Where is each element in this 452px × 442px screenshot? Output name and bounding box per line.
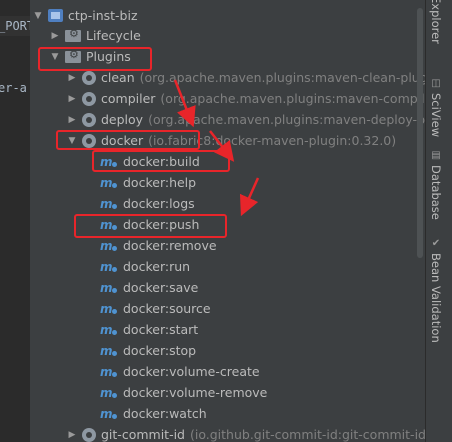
maven-goal-icon: m (100, 302, 118, 316)
tree-node-label: Plugins (86, 49, 131, 64)
goal-label: docker:logs (123, 196, 195, 211)
maven-goal-icon: m (100, 365, 118, 379)
maven-goal-icon: m (100, 281, 118, 295)
plugin-icon (82, 133, 96, 148)
tree-node-label: compiler (101, 91, 156, 106)
plugin-icon (82, 112, 96, 127)
tree-node-lifecycle[interactable]: ▶ Lifecycle (49, 25, 141, 46)
tab-bean-validation[interactable]: ✔ Bean Validation (429, 238, 443, 343)
plugin-coordinates: (org.apache.maven.plugins:maven-clean-pl… (139, 70, 425, 85)
tree-node-plugin-compiler[interactable]: ▶ compiler (org.apache.maven.plugins:mav… (66, 88, 425, 109)
tree-node-goal[interactable]: m docker:run (100, 256, 190, 277)
tree-node-label: Lifecycle (86, 28, 141, 43)
collapsed-arrow-icon[interactable]: ▶ (66, 73, 78, 83)
tree-scrollbar[interactable] (416, 0, 424, 442)
goal-label: docker:run (123, 259, 191, 274)
plugins-folder-icon (65, 48, 81, 63)
tree-node-goal[interactable]: m docker:save (100, 277, 198, 298)
tree-node-goal[interactable]: m docker:source (100, 298, 211, 319)
collapsed-arrow-icon[interactable]: ▶ (66, 94, 78, 104)
maven-tree-panel: ▼ ctp-inst-biz ▶ Lifecycle ▼ Plugins ▶ c… (30, 0, 425, 442)
tree-node-goal[interactable]: m docker:volume-create (100, 361, 260, 382)
red-arrow-3 (239, 177, 260, 217)
expanded-arrow-icon[interactable]: ▼ (66, 136, 78, 146)
goal-label: docker:volume-create (123, 364, 260, 379)
maven-goal-icon: m (100, 407, 118, 421)
plugin-coordinates: (org.apache.maven.plugins:maven-deploy-p… (148, 112, 425, 127)
goal-label: docker:start (123, 322, 199, 337)
plugin-coordinates: (io.github.git-commit-id:git-commit-id-m… (189, 427, 425, 442)
goal-label: docker:remove (123, 238, 217, 253)
maven-goal-icon: m (100, 323, 118, 337)
collapsed-arrow-icon[interactable]: ▶ (66, 115, 78, 125)
tree-node-plugin-git-commit-id[interactable]: ▶ git-commit-id (io.github.git-commit-id… (66, 424, 425, 442)
maven-goal-icon: m (100, 218, 118, 232)
tab-label: Database (429, 165, 443, 220)
tree-node-label: ctp-inst-biz (68, 8, 138, 23)
tree-node-plugins[interactable]: ▼ Plugins (49, 46, 131, 67)
plugin-icon (82, 427, 96, 442)
tab-label: Explorer (429, 0, 443, 44)
goal-label: docker:help (123, 175, 197, 190)
editor-text-fragment: _PORT (0, 19, 30, 33)
tree-node-goal[interactable]: m docker:remove (100, 235, 217, 256)
tree-node-plugin-deploy[interactable]: ▶ deploy (org.apache.maven.plugins:maven… (66, 109, 425, 130)
tree-node-label: docker (101, 133, 144, 148)
bean-validation-icon: ✔ (430, 238, 442, 249)
editor-pane: _PORT er-a (0, 0, 30, 442)
collapsed-arrow-icon[interactable]: ▶ (66, 430, 78, 440)
tree-node-root[interactable]: ▼ ctp-inst-biz (32, 5, 138, 26)
tab-database[interactable]: ▤ Database (429, 150, 443, 220)
plugin-icon (82, 91, 96, 106)
tree-node-goal[interactable]: m docker:build (100, 151, 200, 172)
tab-sciview[interactable]: ◫ SciView (429, 78, 443, 137)
maven-goal-icon: m (100, 176, 118, 190)
sciview-icon: ◫ (430, 78, 442, 89)
maven-goal-icon: m (100, 260, 118, 274)
goal-label: docker:push (123, 217, 200, 232)
maven-module-icon (48, 9, 63, 22)
right-tool-strip: Explorer ◫ SciView ▤ Database ✔ Bean Val… (425, 0, 452, 442)
maven-goal-icon: m (100, 155, 118, 169)
tab-label: Bean Validation (429, 253, 443, 343)
tree-node-label: clean (101, 70, 135, 85)
plugin-coordinates: (io.fabric8:docker-maven-plugin:0.32.0) (148, 133, 397, 148)
database-icon: ▤ (430, 150, 442, 161)
plugin-icon (82, 70, 96, 85)
tree-node-goal[interactable]: m docker:start (100, 319, 198, 340)
goal-label: docker:stop (123, 343, 197, 358)
tree-node-goal[interactable]: m docker:volume-remove (100, 382, 267, 403)
maven-goal-icon: m (100, 239, 118, 253)
maven-goal-icon: m (100, 197, 118, 211)
goal-label: docker:source (123, 301, 211, 316)
tree-node-label: deploy (101, 112, 144, 127)
tree-node-goal[interactable]: m docker:help (100, 172, 196, 193)
tree-node-goal[interactable]: m docker:push (100, 214, 199, 235)
tab-explorer[interactable]: Explorer (429, 0, 443, 44)
tree-node-label: git-commit-id (101, 427, 185, 442)
goal-label: docker:volume-remove (123, 385, 268, 400)
tab-label: SciView (429, 93, 443, 138)
tree-node-goal[interactable]: m docker:watch (100, 403, 207, 424)
scrollbar-thumb[interactable] (417, 8, 423, 258)
plugin-coordinates: (org.apache.maven.plugins:maven-compiler… (160, 91, 425, 106)
lifecycle-folder-icon (65, 27, 81, 42)
maven-goal-icon: m (100, 386, 118, 400)
tree-node-goal[interactable]: m docker:stop (100, 340, 196, 361)
expanded-arrow-icon[interactable]: ▼ (32, 11, 44, 21)
maven-goal-icon: m (100, 344, 118, 358)
tree-node-plugin-docker[interactable]: ▼ docker (io.fabric8:docker-maven-plugin… (66, 130, 397, 151)
editor-text-fragment: er-a (0, 81, 27, 95)
tree-node-goal[interactable]: m docker:logs (100, 193, 195, 214)
goal-label: docker:watch (123, 406, 207, 421)
goal-label: docker:save (123, 280, 199, 295)
collapsed-arrow-icon[interactable]: ▶ (49, 31, 61, 41)
goal-label: docker:build (123, 154, 200, 169)
tree-node-plugin-clean[interactable]: ▶ clean (org.apache.maven.plugins:maven-… (66, 67, 425, 88)
expanded-arrow-icon[interactable]: ▼ (49, 52, 61, 62)
